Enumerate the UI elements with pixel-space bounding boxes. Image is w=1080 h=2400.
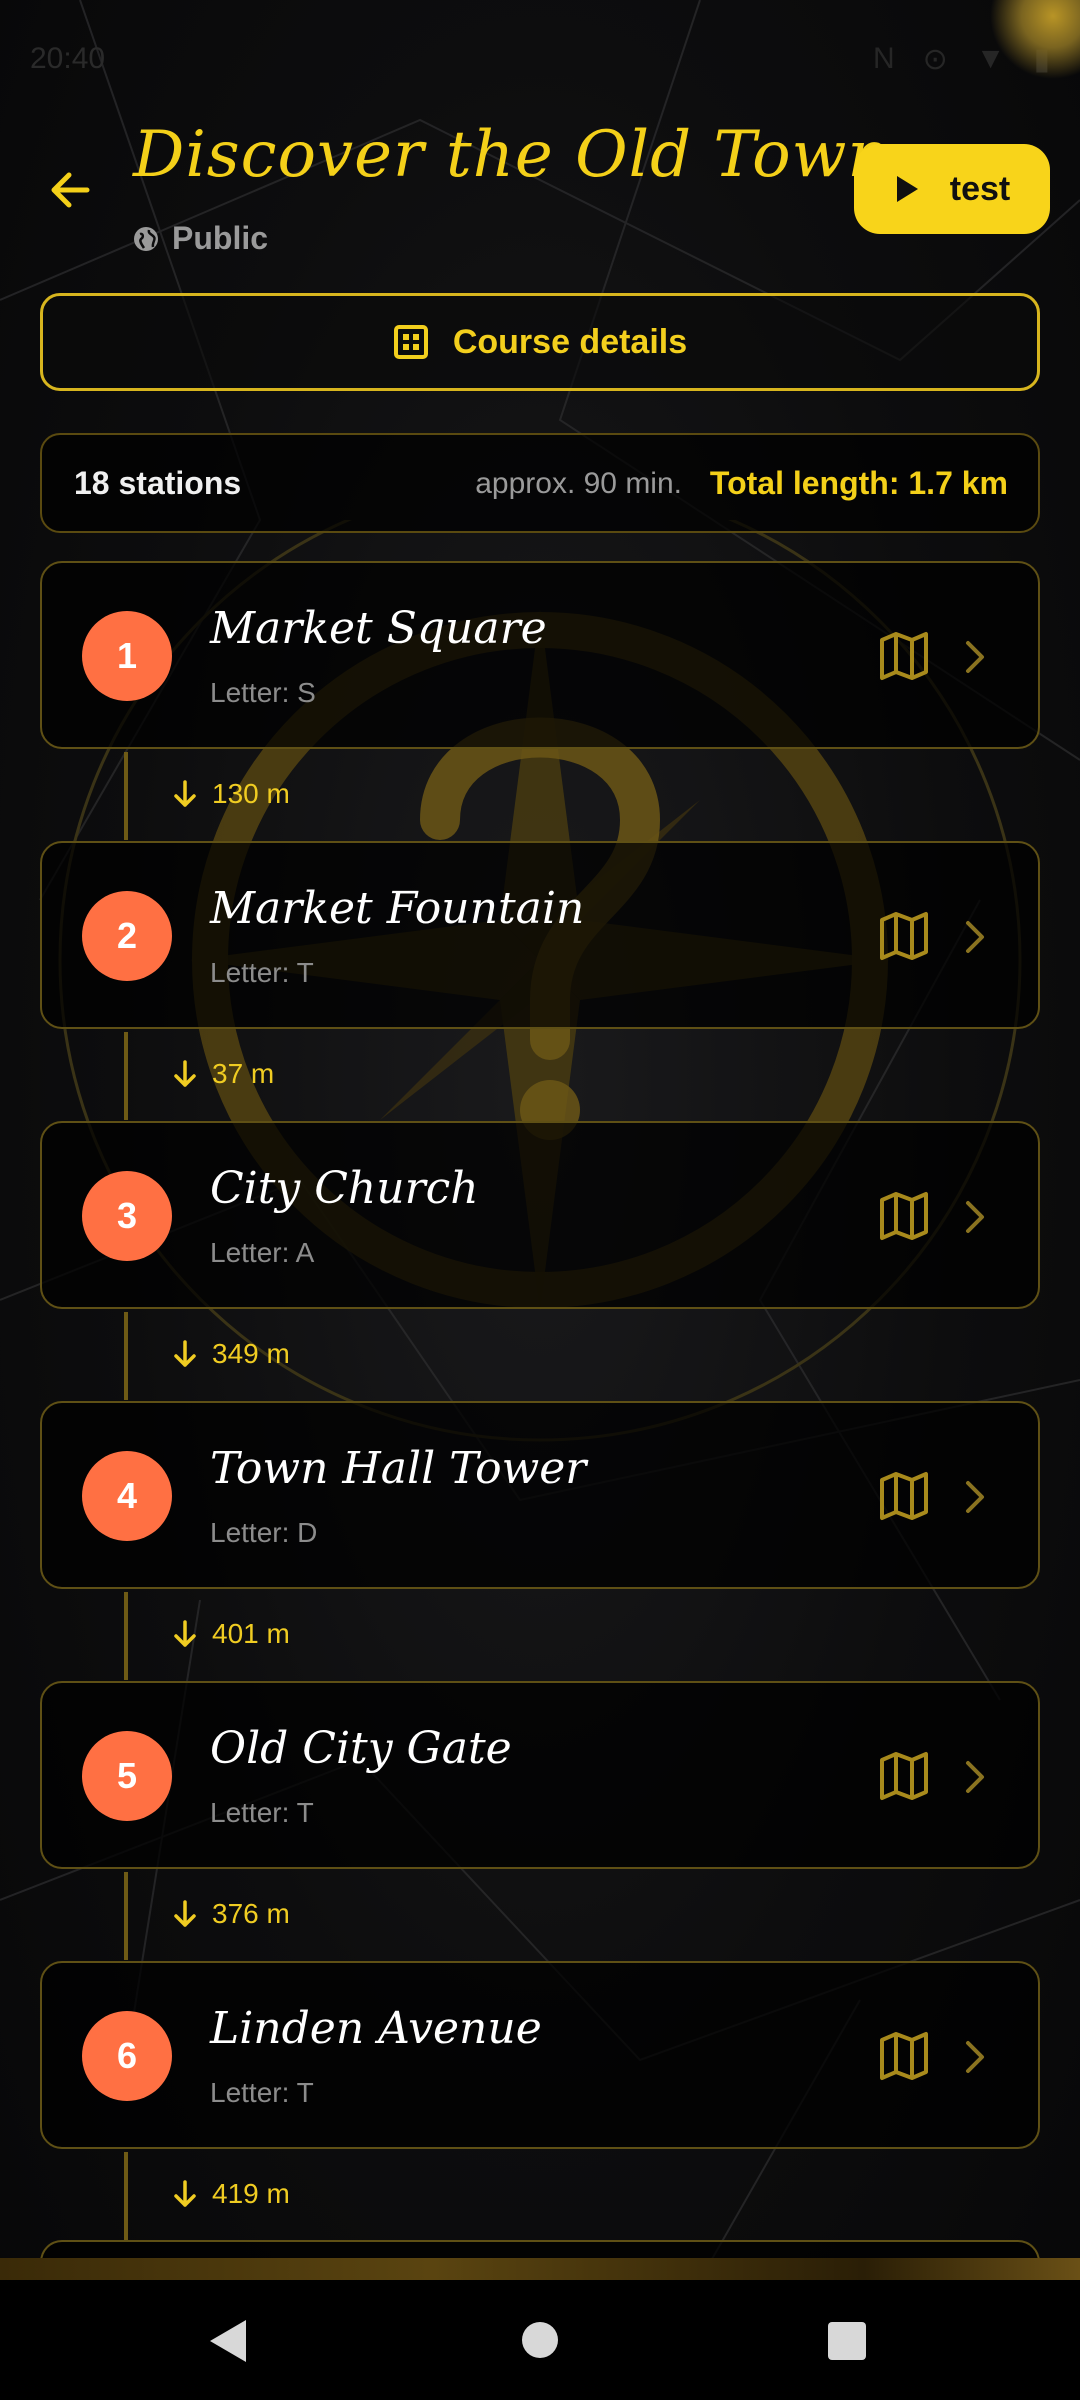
- station-count: 18 stations: [74, 465, 242, 501]
- bottom-accent-strip: [0, 2258, 1080, 2280]
- distance-to-next: 349 m: [172, 1338, 290, 1370]
- arrow-down-icon: [174, 780, 196, 807]
- nav-home-icon[interactable]: [522, 2322, 558, 2358]
- chevron-right-icon[interactable]: [954, 1755, 994, 1799]
- station-letter: Letter: A: [210, 1237, 315, 1268]
- station-name: Market Square: [210, 603, 547, 654]
- arrow-down-icon: [174, 1060, 196, 1087]
- visibility-indicator: Public: [132, 220, 268, 257]
- route-connector: [124, 1312, 128, 1400]
- station-number-badge: 5: [82, 1731, 172, 1821]
- station-number-badge: 2: [82, 891, 172, 981]
- map-icon[interactable]: [878, 1470, 930, 1522]
- map-icon[interactable]: [878, 1190, 930, 1242]
- distance-to-next: 401 m: [172, 1618, 290, 1650]
- map-icon[interactable]: [878, 910, 930, 962]
- test-button-label: test: [949, 169, 1011, 208]
- station-card[interactable]: 3 City Church Letter: A: [40, 1121, 1040, 1309]
- map-icon[interactable]: [878, 2030, 930, 2082]
- station-name: Town Hall Tower: [210, 1443, 587, 1494]
- arrow-down-icon: [174, 1340, 196, 1367]
- course-details-button[interactable]: Course details: [40, 293, 1040, 391]
- distance-to-next: 37 m: [172, 1058, 274, 1090]
- chevron-right-icon[interactable]: [954, 2035, 994, 2079]
- distance-label: 376 m: [212, 1898, 290, 1929]
- grid-icon: [393, 325, 428, 359]
- station-letter: Letter: S: [210, 677, 316, 708]
- location-icon: ⊙: [922, 43, 948, 76]
- chevron-right-icon[interactable]: [954, 635, 994, 679]
- globe-icon: [134, 226, 158, 251]
- app-root: 20:40 N ⊙ ▼ ▮ Discover the Old Town Publ…: [0, 0, 1080, 2400]
- distance-label: 130 m: [212, 778, 290, 809]
- distance-label: 349 m: [212, 1338, 290, 1369]
- visibility-label: Public: [172, 220, 269, 256]
- route-connector: [124, 1032, 128, 1120]
- arrow-down-icon: [174, 2180, 196, 2207]
- chevron-right-icon[interactable]: [954, 915, 994, 959]
- station-number-badge: 3: [82, 1171, 172, 1261]
- station-letter: Letter: T: [210, 1797, 314, 1828]
- distance-label: 419 m: [212, 2178, 290, 2209]
- course-summary: 18 stations approx. 90 min. Total length…: [40, 433, 1040, 533]
- status-time: 20:40: [30, 42, 106, 75]
- chevron-right-icon[interactable]: [954, 1475, 994, 1519]
- station-number-badge: 6: [82, 2011, 172, 2101]
- status-bar: 20:40 N ⊙ ▼ ▮: [0, 0, 1080, 120]
- station-name: City Church: [210, 1163, 479, 1214]
- station-card[interactable]: 1 Market Square Letter: S: [40, 561, 1040, 749]
- decorative-splash: [990, 0, 1080, 80]
- course-details-label: Course details: [452, 322, 688, 361]
- system-nav-bar: [0, 2280, 1080, 2400]
- route-connector: [124, 1872, 128, 1960]
- station-card[interactable]: 4 Town Hall Tower Letter: D: [40, 1401, 1040, 1589]
- back-button[interactable]: [40, 160, 100, 220]
- station-name: Old City Gate: [210, 1723, 512, 1774]
- station-letter: Letter: D: [210, 1517, 318, 1548]
- route-connector: [124, 752, 128, 840]
- distance-to-next: 419 m: [172, 2178, 290, 2210]
- map-icon[interactable]: [878, 630, 930, 682]
- test-button[interactable]: test: [854, 144, 1050, 234]
- route-connector: [124, 1592, 128, 1680]
- duration-estimate: approx. 90 min.: [475, 467, 682, 500]
- distance-label: 401 m: [212, 1618, 290, 1649]
- chevron-right-icon[interactable]: [954, 1195, 994, 1239]
- page-title: Discover the Old Town: [133, 118, 890, 192]
- arrow-down-icon: [174, 1620, 196, 1647]
- arrow-down-icon: [174, 1900, 196, 1927]
- nav-back-icon[interactable]: [206, 2318, 250, 2364]
- distance-label: 37 m: [212, 1058, 275, 1089]
- total-length: Total length: 1.7 km: [709, 465, 1008, 501]
- station-number-badge: 4: [82, 1451, 172, 1541]
- station-letter: Letter: T: [210, 957, 314, 988]
- station-card[interactable]: 2 Market Fountain Letter: T: [40, 841, 1040, 1029]
- route-connector: [124, 2152, 128, 2240]
- station-number-badge: 1: [82, 611, 172, 701]
- nfc-icon: N: [872, 42, 895, 75]
- map-icon[interactable]: [878, 1750, 930, 1802]
- station-name: Market Fountain: [210, 883, 585, 934]
- station-card[interactable]: 5 Old City Gate Letter: T: [40, 1681, 1040, 1869]
- station-letter: Letter: T: [210, 2077, 314, 2108]
- play-icon: [896, 176, 918, 202]
- station-card[interactable]: 6 Linden Avenue Letter: T: [40, 1961, 1040, 2149]
- arrow-left-icon: [51, 172, 90, 208]
- distance-to-next: 376 m: [172, 1898, 290, 1930]
- distance-to-next: 130 m: [172, 778, 290, 810]
- nav-recents-icon[interactable]: [828, 2322, 866, 2360]
- station-name: Linden Avenue: [210, 2003, 542, 2054]
